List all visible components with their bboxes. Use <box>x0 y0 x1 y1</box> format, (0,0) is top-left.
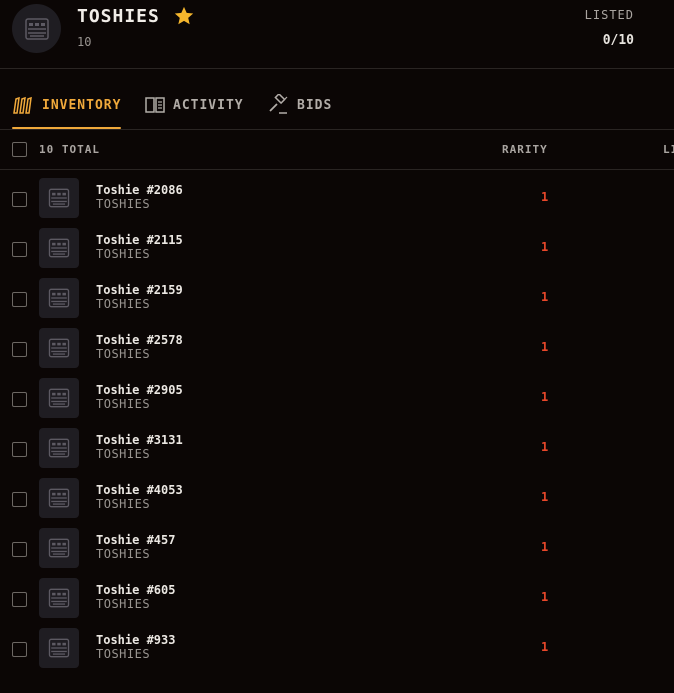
table-row[interactable]: Toshie #2086 TOSHIES 1 <box>0 175 674 225</box>
row-checkbox[interactable] <box>12 342 27 357</box>
item-thumbnail[interactable] <box>39 428 79 468</box>
item-rarity: 1 <box>541 540 549 554</box>
row-checkbox[interactable] <box>12 492 27 507</box>
item-rarity: 1 <box>541 590 549 604</box>
item-thumbnail[interactable] <box>39 328 79 368</box>
item-thumbnail[interactable] <box>39 278 79 318</box>
toshie-icon <box>24 17 49 40</box>
toshie-icon <box>48 588 70 608</box>
item-thumbnail[interactable] <box>39 378 79 418</box>
collection-avatar <box>12 4 61 53</box>
table-row[interactable]: Toshie #2159 TOSHIES 1 <box>0 275 674 325</box>
item-collection: TOSHIES <box>96 647 151 661</box>
tab-bids[interactable]: BIDS <box>267 93 332 117</box>
column-rarity[interactable]: RARITY <box>502 143 548 156</box>
item-name[interactable]: Toshie #933 <box>96 633 175 647</box>
collection-header: TOSHIES 10 LISTED 0/10 <box>0 0 674 69</box>
item-name[interactable]: Toshie #3131 <box>96 433 183 447</box>
toshie-icon <box>48 238 70 258</box>
listed-value: 0/10 <box>602 33 634 48</box>
toshie-icon <box>48 188 70 208</box>
table-row[interactable]: Toshie #2115 TOSHIES 1 <box>0 225 674 275</box>
row-checkbox[interactable] <box>12 642 27 657</box>
item-rarity: 1 <box>541 240 549 254</box>
book-icon <box>145 97 165 113</box>
item-rarity: 1 <box>541 340 549 354</box>
tab-bar: INVENTORY ACTIVITY BIDS <box>0 69 674 130</box>
toshie-icon <box>48 388 70 408</box>
item-rarity: 1 <box>541 490 549 504</box>
tab-inventory-label: INVENTORY <box>42 97 122 113</box>
item-thumbnail[interactable] <box>39 178 79 218</box>
item-name[interactable]: Toshie #2905 <box>96 383 183 397</box>
item-thumbnail[interactable] <box>39 228 79 268</box>
toshie-icon <box>48 638 70 658</box>
tab-activity-label: ACTIVITY <box>173 97 244 113</box>
item-collection: TOSHIES <box>96 297 151 311</box>
row-checkbox[interactable] <box>12 392 27 407</box>
total-label: 10 TOTAL <box>39 143 100 156</box>
table-row[interactable]: Toshie #605 TOSHIES 1 <box>0 575 674 625</box>
tab-bids-label: BIDS <box>297 97 333 113</box>
item-name[interactable]: Toshie #4053 <box>96 483 183 497</box>
item-collection: TOSHIES <box>96 347 151 361</box>
item-collection: TOSHIES <box>96 247 151 261</box>
select-all-checkbox[interactable] <box>12 142 27 157</box>
item-name[interactable]: Toshie #2086 <box>96 183 183 197</box>
column-listed[interactable]: LI <box>663 143 674 156</box>
item-thumbnail[interactable] <box>39 578 79 618</box>
tab-activity[interactable]: ACTIVITY <box>145 93 244 117</box>
item-collection: TOSHIES <box>96 597 151 611</box>
item-collection: TOSHIES <box>96 197 151 211</box>
item-collection: TOSHIES <box>96 397 151 411</box>
item-name[interactable]: Toshie #605 <box>96 583 175 597</box>
collection-title: TOSHIES <box>77 6 160 27</box>
item-thumbnail[interactable] <box>39 478 79 518</box>
item-rarity: 1 <box>541 290 549 304</box>
gavel-icon <box>269 94 288 114</box>
toshie-icon <box>48 288 70 308</box>
toshie-icon <box>48 488 70 508</box>
toshie-icon <box>48 438 70 458</box>
toshie-icon <box>48 538 70 558</box>
table-row[interactable]: Toshie #933 TOSHIES 1 <box>0 625 674 675</box>
item-thumbnail[interactable] <box>39 528 79 568</box>
listed-label: LISTED <box>584 8 634 22</box>
table-row[interactable]: Toshie #457 TOSHIES 1 <box>0 525 674 575</box>
row-checkbox[interactable] <box>12 542 27 557</box>
row-checkbox[interactable] <box>12 292 27 307</box>
item-thumbnail[interactable] <box>39 628 79 668</box>
star-icon[interactable] <box>173 5 195 27</box>
inventory-icon <box>13 96 32 114</box>
item-name[interactable]: Toshie #2159 <box>96 283 183 297</box>
item-collection: TOSHIES <box>96 497 151 511</box>
item-name[interactable]: Toshie #2115 <box>96 233 183 247</box>
item-rarity: 1 <box>541 390 549 404</box>
toshie-icon <box>48 338 70 358</box>
row-checkbox[interactable] <box>12 592 27 607</box>
tab-inventory[interactable]: INVENTORY <box>12 93 121 117</box>
table-header: 10 TOTAL RARITY LI <box>0 130 674 170</box>
row-checkbox[interactable] <box>12 192 27 207</box>
item-collection: TOSHIES <box>96 447 151 461</box>
item-rarity: 1 <box>541 640 549 654</box>
active-tab-indicator <box>12 127 121 129</box>
item-name[interactable]: Toshie #2578 <box>96 333 183 347</box>
item-collection: TOSHIES <box>96 547 151 561</box>
table-row[interactable]: Toshie #2905 TOSHIES 1 <box>0 375 674 425</box>
table-row[interactable]: Toshie #2578 TOSHIES 1 <box>0 325 674 375</box>
item-rarity: 1 <box>541 190 549 204</box>
table-row[interactable]: Toshie #4053 TOSHIES 1 <box>0 475 674 525</box>
page: TOSHIES 10 LISTED 0/10 INVENTORY ACTIVIT… <box>0 0 674 693</box>
table-row[interactable]: Toshie #3131 TOSHIES 1 <box>0 425 674 475</box>
item-rarity: 1 <box>541 440 549 454</box>
collection-count: 10 <box>77 35 92 49</box>
row-checkbox[interactable] <box>12 242 27 257</box>
item-name[interactable]: Toshie #457 <box>96 533 175 547</box>
row-checkbox[interactable] <box>12 442 27 457</box>
